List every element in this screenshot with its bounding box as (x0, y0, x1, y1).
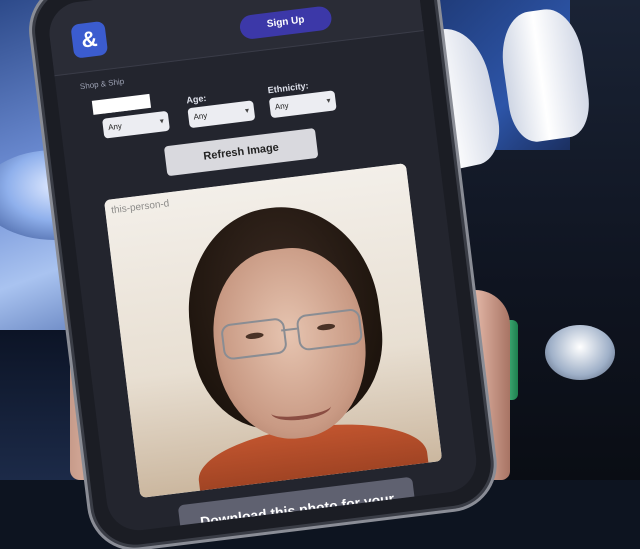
ethnicity-filter: Ethnicity: Any ▾ (267, 77, 337, 119)
gender-select[interactable]: Any ▾ (102, 110, 170, 139)
glasses-lens (295, 307, 364, 352)
signup-button[interactable]: Sign Up (238, 5, 333, 41)
ethnicity-select-value: Any (274, 101, 290, 112)
chevron-down-icon: ▾ (159, 116, 165, 126)
breadcrumb[interactable]: Shop & Ship (79, 77, 124, 91)
chevron-down-icon: ▾ (325, 95, 332, 106)
glasses-bridge (281, 327, 298, 332)
age-select-value: Any (192, 110, 208, 122)
glasses-lens (220, 317, 288, 361)
app-logo-icon[interactable]: & (70, 20, 109, 59)
chevron-down-icon: ▾ (244, 105, 250, 116)
app-header: & Sign Up (45, 0, 424, 77)
refresh-image-button[interactable]: Refresh Image (163, 127, 319, 177)
phone-screen: & Sign Up Shop & Ship Gender: Any ▾ Age:… (45, 0, 480, 534)
glass-jar (545, 325, 615, 380)
ethnicity-select[interactable]: Any ▾ (268, 90, 337, 119)
age-filter: Age: Any ▾ (186, 87, 256, 129)
smartphone: & Sign Up Shop & Ship Gender: Any ▾ Age:… (30, 0, 496, 549)
age-select[interactable]: Any ▾ (187, 100, 256, 129)
generated-portrait-photo[interactable]: this-person-d (103, 163, 443, 498)
gender-select-value: Any (107, 121, 123, 133)
